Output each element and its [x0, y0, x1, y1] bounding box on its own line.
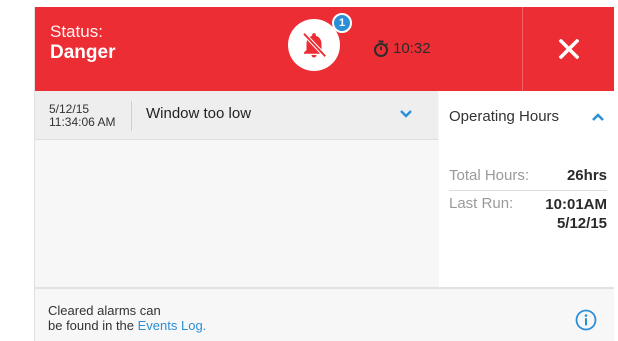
operating-hours-panel: Operating Hours Total Hours: 26hrs Last …	[439, 91, 614, 287]
alarm-time: 11:34:06 AM	[49, 115, 116, 129]
status-value: Danger	[50, 42, 116, 63]
alarm-divider	[131, 101, 132, 131]
stopwatch-icon	[374, 40, 389, 57]
footer-line-2: be found in the Events Log.	[48, 318, 206, 333]
last-run-row: Last Run: 10:01AM 5/12/15	[449, 195, 607, 233]
total-hours-label: Total Hours:	[449, 167, 530, 184]
cleared-alarms-note: Cleared alarms can be found in the Event…	[48, 303, 206, 333]
status-label: Status:	[50, 22, 103, 41]
alarm-count-badge: 1	[332, 13, 352, 33]
close-icon	[558, 39, 579, 59]
close-button[interactable]	[522, 7, 614, 91]
alarm-detail-area	[35, 140, 438, 287]
last-run-time: 10:01AM	[545, 196, 607, 213]
status-header: Status: Danger 1 10:32	[35, 7, 614, 91]
info-icon[interactable]	[575, 309, 597, 331]
alarm-panel: Status: Danger 1 10:32 5/12/15 11:34:06 …	[34, 7, 614, 341]
timer-value: 10:32	[393, 40, 431, 57]
footer-line-1: Cleared alarms can	[48, 303, 161, 318]
events-log-link[interactable]: Events Log.	[138, 318, 207, 333]
chevron-down-icon[interactable]	[399, 109, 413, 119]
total-hours-row: Total Hours: 26hrs	[449, 167, 607, 184]
total-hours-value: 26hrs	[566, 167, 607, 184]
operating-hours-title: Operating Hours	[449, 108, 560, 125]
last-run-label: Last Run:	[449, 195, 514, 212]
bell-off-icon	[302, 32, 327, 58]
chevron-up-icon[interactable]	[591, 112, 605, 122]
alarm-message: Window too low	[146, 105, 252, 122]
alarm-timestamp: 5/12/15 11:34:06 AM	[49, 103, 116, 129]
footer: Cleared alarms can be found in the Event…	[35, 287, 614, 341]
hours-separator	[449, 190, 607, 191]
last-run-values: 10:01AM 5/12/15	[545, 195, 607, 233]
status-block: Status: Danger	[50, 22, 115, 64]
last-run-date: 5/12/15	[556, 215, 607, 232]
footer-line-2-text: be found in the	[48, 318, 138, 333]
timer: 10:32	[373, 40, 431, 57]
alarm-list-item[interactable]: 5/12/15 11:34:06 AM Window too low	[35, 91, 438, 140]
